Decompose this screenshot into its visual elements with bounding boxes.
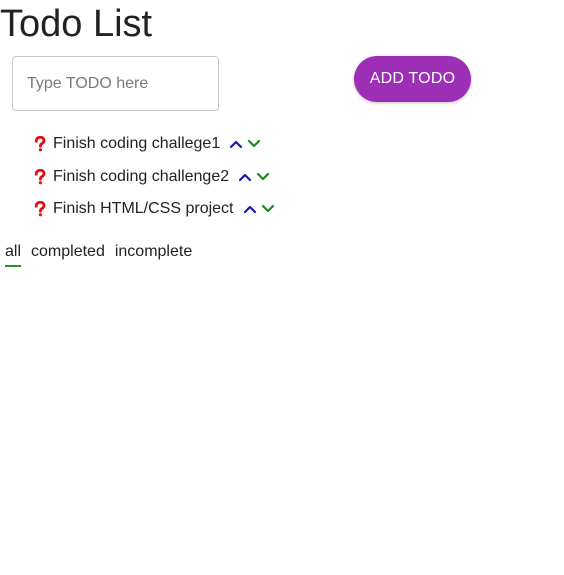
todo-input[interactable]: [12, 56, 219, 111]
chevron-down-icon: [248, 140, 261, 148]
add-todo-button[interactable]: ADD TODO: [354, 56, 471, 102]
move-down-button[interactable]: [246, 136, 262, 152]
chevron-up-icon: [239, 173, 252, 181]
todo-item: Finish coding challege1: [33, 128, 278, 161]
move-down-button[interactable]: [255, 169, 271, 185]
move-up-button[interactable]: [237, 169, 253, 185]
move-up-button[interactable]: [242, 201, 258, 217]
chevron-up-icon: [230, 141, 243, 149]
todo-list: Finish coding challege1 Finish coding ch…: [33, 128, 278, 226]
filter-tab-completed[interactable]: completed: [31, 242, 105, 267]
todo-text: Finish coding challege1: [53, 135, 221, 153]
filter-tabs: all completed incomplete: [5, 242, 202, 267]
todo-text: Finish HTML/CSS project: [53, 200, 234, 218]
todo-text: Finish coding challenge2: [53, 167, 230, 185]
question-mark-icon: [33, 168, 47, 185]
filter-tab-incomplete[interactable]: incomplete: [115, 242, 192, 267]
chevron-up-icon: [243, 206, 256, 214]
todo-item: Finish HTML/CSS project: [33, 193, 278, 226]
move-up-button[interactable]: [228, 136, 244, 152]
move-down-button[interactable]: [260, 201, 276, 217]
filter-tab-all[interactable]: all: [5, 242, 22, 267]
chevron-down-icon: [257, 172, 270, 180]
question-mark-icon: [33, 201, 47, 217]
question-mark-icon: [33, 136, 47, 152]
page-title: Todo List: [0, 3, 153, 45]
chevron-down-icon: [261, 205, 274, 213]
todo-item: Finish coding challenge2: [33, 161, 278, 194]
